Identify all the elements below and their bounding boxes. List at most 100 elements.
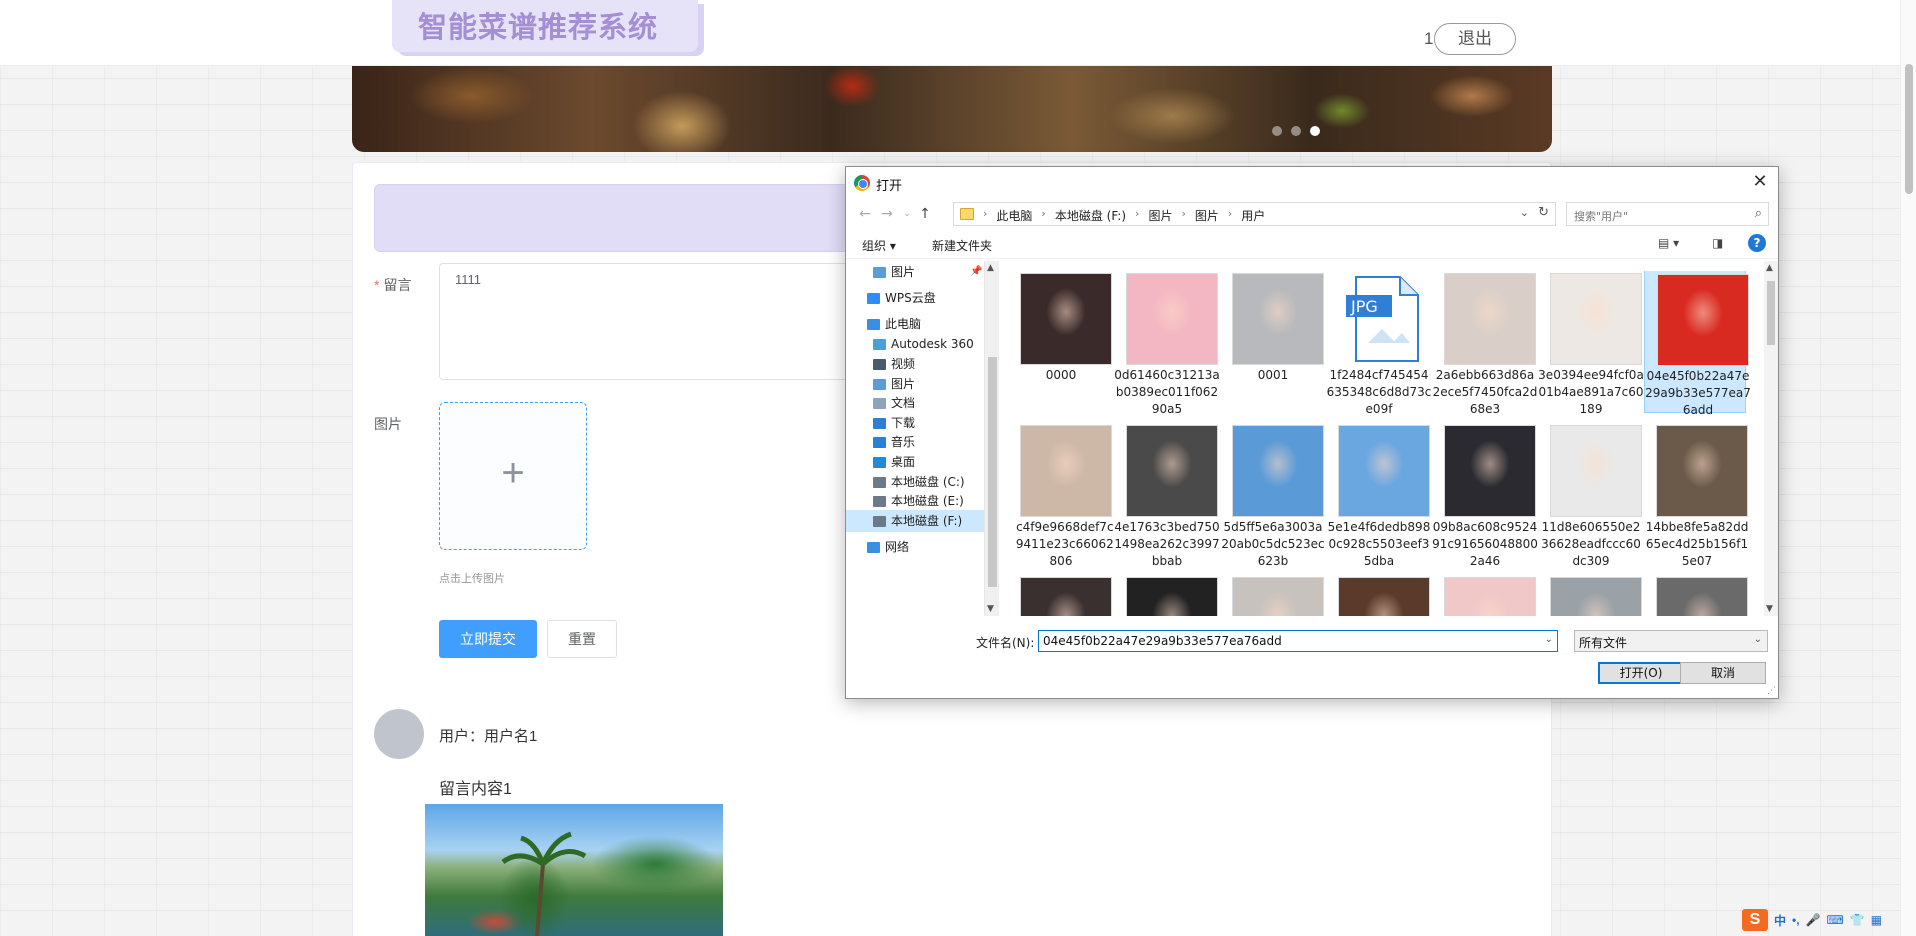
file-name: 11d8e606550e236628eadfccc60dc309 (1541, 520, 1641, 568)
breadcrumb-item[interactable]: 此电脑 (990, 207, 1038, 224)
address-bar[interactable]: › 此电脑 › 本地磁盘 (F:) › 图片 › 图片 › 用户 ⌄ ↻ (953, 202, 1556, 226)
file-thumbnail (1126, 425, 1218, 517)
file-item[interactable] (1538, 571, 1642, 616)
file-item[interactable]: 0d61460c31213ab0389ec011f06290a5 (1114, 271, 1220, 416)
nav-item[interactable]: 图片 📌 (846, 261, 984, 283)
file-item[interactable] (1016, 571, 1112, 616)
file-item[interactable]: 11d8e606550e236628eadfccc60dc309 (1538, 419, 1642, 568)
nav-item[interactable]: 桌面 (846, 451, 984, 473)
ime-tool-icon[interactable]: ▦ (1871, 913, 1882, 927)
file-item[interactable]: 0000 (1016, 271, 1112, 413)
recent-dropdown-icon[interactable]: ⌄ (898, 205, 916, 223)
ime-tool-icon[interactable]: 中 (1774, 912, 1786, 929)
carousel-dot-active[interactable] (1310, 126, 1320, 136)
chevron-right-icon[interactable]: › (1132, 207, 1142, 224)
nav-item[interactable]: Autodesk 360 (846, 333, 984, 355)
download-icon (873, 418, 886, 429)
file-item[interactable] (1326, 571, 1430, 616)
site-header (0, 0, 1900, 66)
refresh-icon[interactable]: ↻ (1538, 205, 1549, 220)
file-item[interactable]: 5d5ff5e6a3003a20ab0c5dc523ec623b (1220, 419, 1325, 568)
file-item[interactable]: 04e45f0b22a47e29a9b33e577ea76add (1644, 271, 1751, 417)
nav-scrollbar[interactable]: ▲ ▼ (984, 261, 999, 616)
file-item[interactable]: 14bbe8fe5a82dd65ec4d25b156f15e07 (1644, 419, 1748, 568)
scroll-thumb[interactable] (1767, 281, 1775, 345)
reset-button[interactable]: 重置 (547, 620, 617, 658)
file-item[interactable] (1432, 571, 1536, 616)
back-arrow-icon[interactable]: ← (856, 205, 874, 223)
submit-button[interactable]: 立即提交 (439, 620, 537, 658)
search-field[interactable]: 搜索"用户" ⌕ (1566, 202, 1769, 226)
filetype-select[interactable]: 所有文件 ⌄ (1574, 630, 1768, 652)
file-item[interactable]: 09b8ac608c952491c916560488002a46 (1432, 419, 1538, 568)
image-upload-button[interactable]: + (439, 402, 587, 550)
breadcrumb-item[interactable]: 用户 (1235, 207, 1271, 224)
autodesk-icon (873, 339, 886, 350)
chevron-right-icon[interactable]: › (980, 207, 990, 224)
dialog-toolbar: 组织 ▾ 新建文件夹 ▤ ▾ ◨ (846, 229, 1778, 259)
file-item[interactable]: 3e0394ee94fcf0a01b4ae891a7c60189 (1538, 271, 1644, 416)
organize-menu[interactable]: 组织 ▾ (862, 237, 896, 254)
nav-item[interactable]: 此电脑 (846, 313, 984, 335)
nav-item[interactable]: 本地磁盘 (E:) (846, 490, 984, 512)
nav-item[interactable]: 网络 (846, 536, 984, 558)
filename-label: 文件名(N): (976, 636, 1035, 650)
chevron-down-icon[interactable]: ⌄ (1545, 634, 1553, 645)
file-item[interactable]: 2a6ebb663d86a2ece5f7450fca2d68e3 (1432, 271, 1537, 416)
sogou-logo-icon[interactable]: S (1742, 909, 1768, 931)
scroll-down-icon[interactable]: ▼ (1766, 604, 1773, 614)
nav-item[interactable]: WPS云盘 (846, 287, 984, 309)
page-scrollbar[interactable] (1900, 0, 1916, 936)
scroll-thumb[interactable] (988, 357, 997, 587)
nav-item-label: 视频 (891, 357, 916, 371)
file-item[interactable]: 0001 (1220, 271, 1324, 413)
carousel-dot[interactable] (1291, 126, 1301, 136)
forward-arrow-icon[interactable]: → (878, 205, 896, 223)
file-thumbnail (1232, 577, 1324, 616)
breadcrumb-item[interactable]: 图片 (1189, 207, 1225, 224)
chevron-right-icon[interactable]: › (1178, 207, 1188, 224)
help-icon[interactable]: ? (1748, 234, 1766, 252)
ime-tool-icon[interactable]: 👕 (1850, 913, 1865, 927)
scroll-thumb[interactable] (1905, 64, 1913, 194)
chevron-right-icon[interactable]: › (1038, 207, 1048, 224)
nav-item[interactable]: 视频 (846, 353, 984, 375)
file-item[interactable]: JPG 1f2484cf745454635348c6d8d73ce09f (1326, 271, 1431, 416)
chevron-right-icon[interactable]: › (1225, 207, 1235, 224)
nav-item[interactable]: 本地磁盘 (F:) (846, 510, 984, 532)
close-button[interactable]: ✕ (1748, 171, 1772, 195)
file-item[interactable]: 4c4f9e9668def7cd9411e23c66062806 (1016, 419, 1114, 568)
resize-grip-icon[interactable]: ⋰ (1767, 686, 1776, 696)
scroll-up-icon[interactable]: ▲ (987, 263, 994, 273)
ime-tool-icon[interactable]: 🎤 (1806, 913, 1821, 927)
breadcrumb-item[interactable]: 图片 (1142, 207, 1178, 224)
dialog-titlebar[interactable]: 打开 ✕ (846, 167, 1778, 199)
cancel-button[interactable]: 取消 (1680, 662, 1766, 684)
file-item[interactable]: 5e1e4f6dedb8980c928c5503eef35dba (1326, 419, 1430, 568)
view-options-icon[interactable]: ▤ ▾ (1658, 236, 1679, 250)
scroll-down-icon[interactable]: ▼ (987, 604, 994, 614)
up-arrow-icon[interactable]: ↑ (916, 205, 934, 223)
preview-pane-icon[interactable]: ◨ (1712, 236, 1723, 250)
carousel-dot[interactable] (1272, 126, 1282, 136)
file-item[interactable] (1644, 571, 1748, 616)
breadcrumb-item[interactable]: 本地磁盘 (F:) (1049, 207, 1132, 224)
nav-item-label: 网络 (885, 540, 910, 554)
scroll-up-icon[interactable]: ▲ (1766, 263, 1773, 273)
ime-tool-icon[interactable]: ⌨ (1827, 913, 1844, 927)
file-thumbnail (1020, 577, 1112, 616)
open-button[interactable]: 打开(O) (1598, 662, 1684, 684)
chevron-down-icon[interactable]: ⌄ (1520, 206, 1529, 219)
file-item[interactable] (1114, 571, 1218, 616)
filename-input[interactable]: 04e45f0b22a47e29a9b33e577ea76add ⌄ (1038, 630, 1558, 652)
new-folder-button[interactable]: 新建文件夹 (932, 237, 992, 254)
nav-item[interactable]: 音乐 (846, 431, 984, 453)
files-scrollbar[interactable]: ▲ ▼ (1764, 261, 1778, 616)
file-item[interactable]: 4e1763c3bed7501498ea262c3997bbab (1114, 419, 1220, 568)
nav-item-label: 图片 (891, 265, 916, 279)
site-logo[interactable]: 智能菜谱推荐系统 (418, 4, 658, 46)
nav-item[interactable]: 文档 (846, 392, 984, 414)
logout-button[interactable]: 退出 (1434, 23, 1516, 55)
file-item[interactable] (1220, 571, 1324, 616)
ime-tool-icon[interactable]: •, (1792, 913, 1800, 927)
